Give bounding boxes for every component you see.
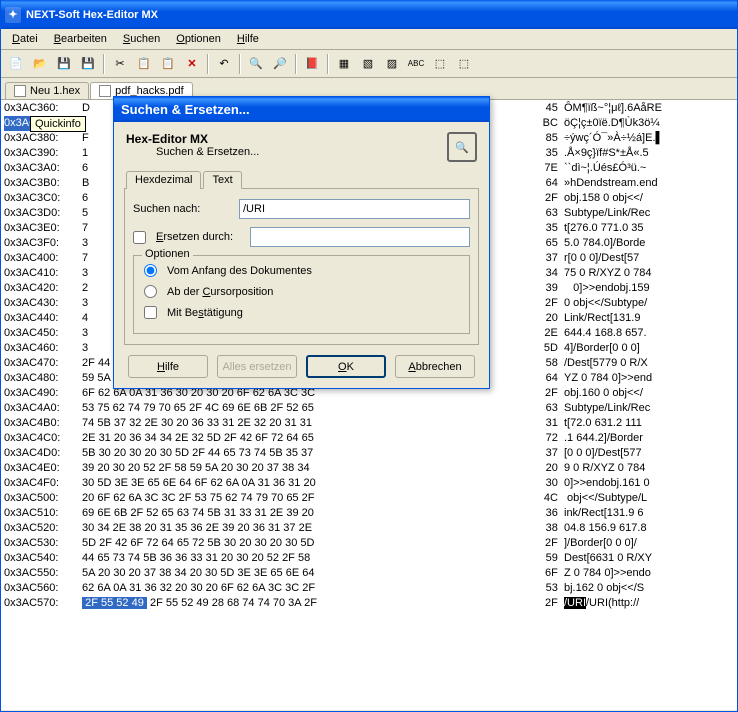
hex-row[interactable]: 0x3AC4E0: 39 20 30 20 52 2F 58 59 5A 20 … <box>4 461 734 476</box>
menu-file[interactable]: Datei <box>5 31 45 47</box>
hex-row[interactable]: 0x3AC530: 5D 2F 42 6F 72 64 65 72 5B 30 … <box>4 536 734 551</box>
help-icon[interactable]: 📕 <box>301 53 323 75</box>
dialog-title: Suchen & Ersetzen... <box>114 97 489 122</box>
menu-search[interactable]: Suchen <box>116 31 167 47</box>
options-legend: Optionen <box>142 248 193 260</box>
hex-row[interactable]: 0x3AC4A0: 53 75 62 74 79 70 65 2F 4C 69 … <box>4 401 734 416</box>
hex-row[interactable]: 0x3AC4B0: 74 5B 37 32 2E 30 20 36 33 31 … <box>4 416 734 431</box>
tab-hexdezimal[interactable]: Hexdezimal <box>126 171 201 189</box>
doc-icon <box>99 85 111 97</box>
menu-options[interactable]: Optionen <box>169 31 228 47</box>
hex-row[interactable]: 0x3AC550: 5A 20 30 20 37 38 34 20 30 5D … <box>4 566 734 581</box>
undo-icon[interactable]: ↶ <box>213 53 235 75</box>
menu-help[interactable]: Hilfe <box>230 31 266 47</box>
opt-from-cursor[interactable] <box>144 285 157 298</box>
hex-row[interactable]: 0x3AC570: 2F 55 52 49 2F 55 52 49 28 68 … <box>4 596 734 611</box>
hex-row[interactable]: 0x3AC510: 69 6E 6B 2F 52 65 63 74 5B 31 … <box>4 506 734 521</box>
hex-row[interactable]: 0x3AC500: 20 6F 62 6A 3C 3C 2F 53 75 62 … <box>4 491 734 506</box>
saveall-icon[interactable]: 💾 <box>77 53 99 75</box>
app-icon: ✦ <box>5 7 21 23</box>
hex-row[interactable]: 0x3AC4C0: 2E 31 20 36 34 34 2E 32 5D 2F … <box>4 431 734 446</box>
replace-all-button[interactable]: Alles ersetzen <box>217 355 297 378</box>
quickinfo-tooltip: Quickinfo <box>30 116 86 132</box>
hex-row[interactable]: 0x3AC4F0: 30 5D 3E 3E 65 6E 64 6F 62 6A … <box>4 476 734 491</box>
search-input[interactable] <box>239 199 470 219</box>
tool2-icon[interactable]: ▧ <box>357 53 379 75</box>
findnext-icon[interactable]: 🔎 <box>269 53 291 75</box>
copy-icon[interactable]: 📋 <box>133 53 155 75</box>
replace-checkbox[interactable] <box>133 231 146 244</box>
hex-row[interactable]: 0x3AC560: 62 6A 0A 31 36 32 20 30 20 6F … <box>4 581 734 596</box>
find-icon[interactable]: 🔍 <box>245 53 267 75</box>
open-icon[interactable]: 📂 <box>29 53 51 75</box>
doc-icon <box>14 85 26 97</box>
tool6-icon[interactable]: ⬚ <box>453 53 475 75</box>
tool4-icon[interactable]: ABC <box>405 53 427 75</box>
tool3-icon[interactable]: ▨ <box>381 53 403 75</box>
replace-label: Ersetzen durch: <box>156 231 244 243</box>
dialog-head-title: Hex-Editor MX <box>126 132 208 146</box>
save-icon[interactable]: 💾 <box>53 53 75 75</box>
tool5-icon[interactable]: ⬚ <box>429 53 451 75</box>
opt-confirm[interactable] <box>144 306 157 319</box>
new-icon[interactable]: 📄 <box>5 53 27 75</box>
window-titlebar: ✦ NEXT-Soft Hex-Editor MX <box>1 0 737 29</box>
cut-icon[interactable]: ✂ <box>109 53 131 75</box>
hex-row[interactable]: 0x3AC520: 30 34 2E 38 20 31 35 36 2E 39 … <box>4 521 734 536</box>
tab-text[interactable]: Text <box>203 171 241 189</box>
search-label: Suchen nach: <box>133 203 233 215</box>
dialog-head-sub: Suchen & Ersetzen... <box>126 146 259 158</box>
paste-icon[interactable]: 📋 <box>157 53 179 75</box>
toolbar: 📄 📂 💾 💾 ✂ 📋 📋 ✕ ↶ 🔍 🔎 📕 ▦ ▧ ▨ ABC ⬚ ⬚ <box>1 50 737 78</box>
search-replace-dialog: Suchen & Ersetzen... Hex-Editor MX Suche… <box>113 96 490 389</box>
tool1-icon[interactable]: ▦ <box>333 53 355 75</box>
hex-row[interactable]: 0x3AC4D0: 5B 30 20 30 20 30 5D 2F 44 65 … <box>4 446 734 461</box>
window-title: NEXT-Soft Hex-Editor MX <box>26 9 158 21</box>
help-button[interactable]: Hilfe <box>128 355 208 378</box>
delete-icon[interactable]: ✕ <box>181 53 203 75</box>
hex-row[interactable]: 0x3AC540: 44 65 73 74 5B 36 36 33 31 20 … <box>4 551 734 566</box>
options-group: Optionen Vom Anfang des Dokumentes Ab de… <box>133 255 470 334</box>
menu-edit[interactable]: Bearbeiten <box>47 31 114 47</box>
replace-input[interactable] <box>250 227 470 247</box>
menubar: Datei Bearbeiten Suchen Optionen Hilfe <box>1 29 737 50</box>
cancel-button[interactable]: Abbrechen <box>395 355 475 378</box>
opt-from-start[interactable] <box>144 264 157 277</box>
tab-neu1[interactable]: Neu 1.hex <box>5 82 89 99</box>
binoculars-icon[interactable]: 🔍 <box>447 132 477 162</box>
ok-button[interactable]: OK <box>306 355 386 378</box>
